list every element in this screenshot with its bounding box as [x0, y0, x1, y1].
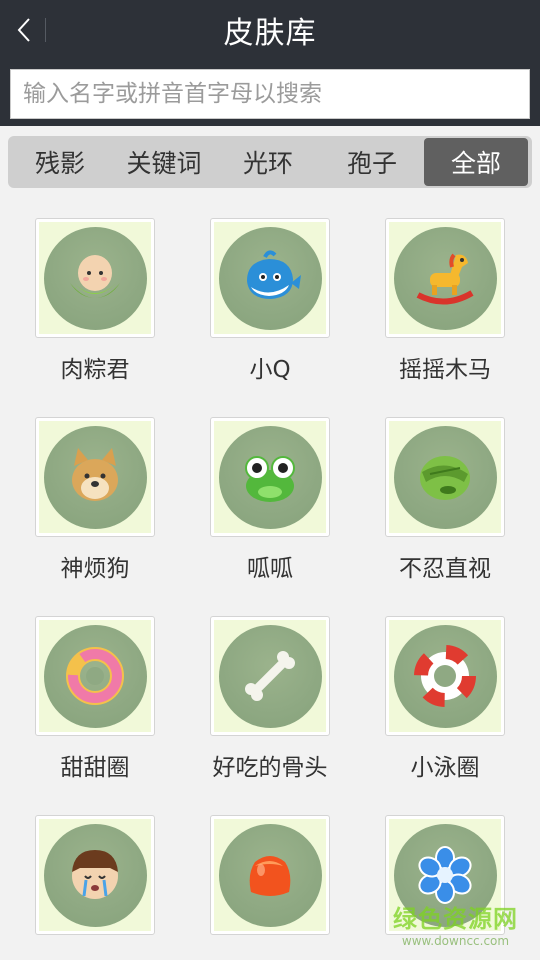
skin-name: 甜甜圈: [60, 755, 130, 781]
skin-item[interactable]: 小泳圈: [350, 616, 520, 796]
tab-keyword[interactable]: 关键词: [112, 140, 216, 184]
skin-tile[interactable]: [385, 616, 505, 736]
skin-tile[interactable]: [385, 218, 505, 338]
back-button[interactable]: [0, 0, 48, 60]
skin-name: 呱呱: [247, 556, 293, 582]
skin-tile[interactable]: [210, 417, 330, 537]
jelly-icon: [249, 856, 291, 896]
skin-name: 不忍直视: [399, 556, 491, 582]
facepalm-frog-icon: [420, 456, 470, 500]
bone-icon: [245, 651, 295, 701]
skin-name: 小泳圈: [410, 755, 480, 781]
crying-kid-icon: [72, 850, 118, 899]
skin-tile[interactable]: [210, 815, 330, 935]
skin-tile[interactable]: [35, 218, 155, 338]
skin-item[interactable]: 神烦狗: [0, 417, 170, 597]
skin-item[interactable]: 不忍直视: [350, 417, 520, 597]
tab-halo[interactable]: 光环: [216, 140, 320, 184]
search-input[interactable]: [23, 70, 529, 118]
skin-tile[interactable]: [35, 815, 155, 935]
search-bar: [0, 60, 540, 126]
donut-icon: [66, 647, 124, 705]
skin-item[interactable]: 肉粽君: [0, 218, 170, 398]
skin-name: 小Q: [249, 357, 291, 383]
skin-name: 肉粽君: [60, 357, 130, 383]
skin-name: 摇摇木马: [399, 357, 491, 383]
skin-name: 好吃的骨头: [212, 755, 328, 781]
rocking-horse-icon: [416, 253, 474, 305]
skin-item[interactable]: 摇摇木马: [350, 218, 520, 398]
skin-item[interactable]: 呱呱: [175, 417, 345, 597]
blue-whale-icon: [247, 250, 301, 299]
skin-tile[interactable]: [35, 417, 155, 537]
skin-tile[interactable]: [210, 616, 330, 736]
search-box[interactable]: [10, 69, 530, 119]
watermark-url: www.downcc.com: [401, 934, 510, 948]
swim-ring-icon: [414, 645, 476, 707]
skin-item[interactable]: [0, 815, 170, 960]
skin-tile[interactable]: [385, 417, 505, 537]
rice-dumpling-icon: [70, 255, 120, 298]
tab-afterimage[interactable]: 残影: [8, 140, 112, 184]
tab-spore[interactable]: 孢子: [320, 140, 424, 184]
frog-icon: [245, 456, 295, 502]
skin-item[interactable]: [175, 815, 345, 960]
skin-item[interactable]: 好吃的骨头: [175, 616, 345, 796]
skin-name: 神烦狗: [60, 556, 130, 582]
top-bar: 皮肤库: [0, 0, 540, 60]
watermark-title: 绿色资源网: [393, 905, 518, 933]
chevron-left-icon: [17, 18, 30, 42]
tab-all[interactable]: 全部: [424, 138, 528, 186]
skin-item[interactable]: 小Q: [175, 218, 345, 398]
category-tabs: 残影 关键词 光环 孢子 全部: [8, 136, 532, 188]
skin-item[interactable]: 甜甜圈: [0, 616, 170, 796]
watermark: 绿色资源网 www.downcc.com: [393, 899, 518, 948]
doge-icon: [72, 448, 118, 501]
skin-tile[interactable]: [210, 218, 330, 338]
skin-tile[interactable]: [35, 616, 155, 736]
page-title: 皮肤库: [223, 16, 317, 51]
